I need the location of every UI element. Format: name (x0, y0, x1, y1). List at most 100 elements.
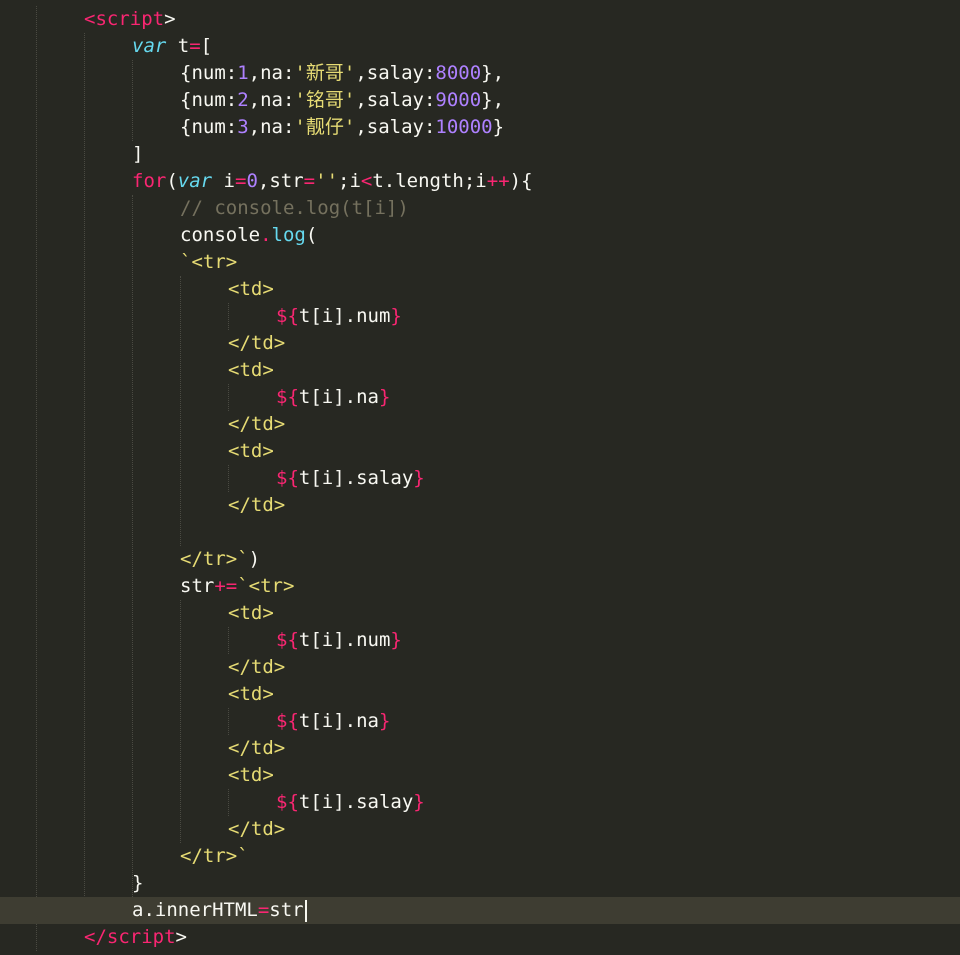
code-text: <td> (228, 438, 274, 465)
code-token: </td> (228, 737, 286, 759)
code-text: <td> (228, 357, 274, 384)
code-token: </tr>` (180, 548, 249, 570)
code-token: </td> (228, 332, 286, 354)
code-token: </td> (228, 656, 286, 678)
code-token: ++ (486, 170, 510, 192)
code-token: }, (481, 89, 505, 111)
code-line[interactable]: var t=[ (0, 33, 960, 60)
code-line[interactable]: ${t[i].salay} (0, 789, 960, 816)
code-token: var (132, 35, 167, 57)
current-code-line[interactable]: a.innerHTML=str (0, 897, 960, 924)
code-token: ${ (276, 629, 299, 651)
code-token: <script (84, 8, 165, 30)
code-text: <td> (228, 600, 274, 627)
code-text: {num:2,na:'铭哥',salay:9000}, (180, 87, 504, 114)
code-token: ,salay: (355, 116, 436, 138)
code-token: += (214, 575, 238, 597)
code-line[interactable]: <td> (0, 681, 960, 708)
code-line[interactable]: console.log( (0, 222, 960, 249)
code-token: } (132, 872, 144, 894)
code-line[interactable]: </td> (0, 654, 960, 681)
code-text: var t=[ (132, 33, 212, 60)
code-token: <td> (228, 683, 274, 705)
code-line[interactable]: <td> (0, 276, 960, 303)
code-token: }, (481, 62, 505, 84)
code-token: <td> (228, 359, 274, 381)
code-token: <td> (228, 440, 274, 462)
code-line[interactable]: ${t[i].na} (0, 384, 960, 411)
code-text: </tr>`) (180, 546, 260, 573)
code-line[interactable]: ${t[i].num} (0, 303, 960, 330)
code-token: log (271, 224, 306, 246)
code-text: `<tr> (180, 249, 237, 276)
code-line[interactable]: ] (0, 141, 960, 168)
code-line[interactable]: ${t[i].na} (0, 708, 960, 735)
code-text: ${t[i].na} (276, 708, 390, 735)
code-token: ){ (509, 170, 533, 192)
code-token: > (164, 8, 176, 30)
code-token: } (413, 791, 425, 813)
code-token: t[i].na (298, 710, 379, 732)
code-text: </td> (228, 411, 285, 438)
code-token: ${ (276, 305, 299, 327)
code-text: </script> (84, 924, 187, 951)
code-text: ${t[i].num} (276, 627, 402, 654)
code-line[interactable]: } (0, 870, 960, 897)
code-token: <td> (228, 764, 274, 786)
code-line[interactable]: </td> (0, 411, 960, 438)
code-token: t[i].salay (298, 467, 414, 489)
code-line[interactable]: </td> (0, 816, 960, 843)
code-line[interactable]: </tr>`) (0, 546, 960, 573)
code-text: </tr>` (180, 843, 249, 870)
code-text: } (132, 870, 143, 897)
code-line[interactable]: `<tr> (0, 249, 960, 276)
code-line[interactable]: </td> (0, 492, 960, 519)
code-token: ,salay: (355, 89, 436, 111)
code-line[interactable]: </td> (0, 330, 960, 357)
code-line[interactable]: {num:3,na:'靓仔',salay:10000} (0, 114, 960, 141)
code-token: = (303, 170, 316, 192)
code-text: ${t[i].salay} (276, 789, 425, 816)
code-token: str (180, 575, 215, 597)
code-line[interactable] (0, 519, 960, 546)
code-line[interactable]: <td> (0, 357, 960, 384)
code-line[interactable]: str+=`<tr> (0, 573, 960, 600)
code-line[interactable]: <td> (0, 438, 960, 465)
code-line[interactable]: <script> (0, 6, 960, 33)
code-text: </td> (228, 735, 285, 762)
code-token: {num: (180, 62, 238, 84)
code-token: </td> (228, 494, 286, 516)
code-token: = (189, 35, 201, 57)
code-line[interactable]: </td> (0, 735, 960, 762)
code-token: > (175, 926, 187, 948)
code-token: } (378, 710, 391, 732)
code-text: // console.log(t[i]) (180, 195, 409, 222)
code-token: } (378, 386, 391, 408)
code-token: } (413, 467, 425, 489)
code-token: ,salay: (355, 62, 436, 84)
code-token: t[i].num (298, 629, 391, 651)
code-token: </td> (228, 818, 286, 840)
code-line[interactable]: <td> (0, 762, 960, 789)
code-line[interactable]: // console.log(t[i]) (0, 195, 960, 222)
code-line[interactable]: for(var i=0,str='';i<t.length;i++){ (0, 168, 960, 195)
code-line[interactable]: </script> (0, 924, 960, 951)
code-token: 0 (246, 170, 258, 192)
code-line[interactable]: ${t[i].num} (0, 627, 960, 654)
code-line[interactable]: </tr>` (0, 843, 960, 870)
code-token: 10000 (435, 116, 493, 138)
code-token: a.innerHTML (132, 899, 258, 921)
code-line[interactable]: ${t[i].salay} (0, 465, 960, 492)
code-token: = (235, 170, 247, 192)
code-token: ( (305, 224, 318, 246)
code-editor[interactable]: <script> var t=[{num:1,na:'新哥',salay:8000… (0, 0, 960, 955)
code-token: ( (166, 170, 178, 192)
code-line[interactable]: {num:2,na:'铭哥',salay:9000}, (0, 87, 960, 114)
code-token: = (257, 899, 270, 921)
code-token: <td> (228, 602, 274, 624)
code-token: for (132, 170, 167, 192)
code-line[interactable]: <td> (0, 600, 960, 627)
code-token: 1 (237, 62, 249, 84)
code-token: ,str (257, 170, 304, 192)
code-line[interactable]: {num:1,na:'新哥',salay:8000}, (0, 60, 960, 87)
